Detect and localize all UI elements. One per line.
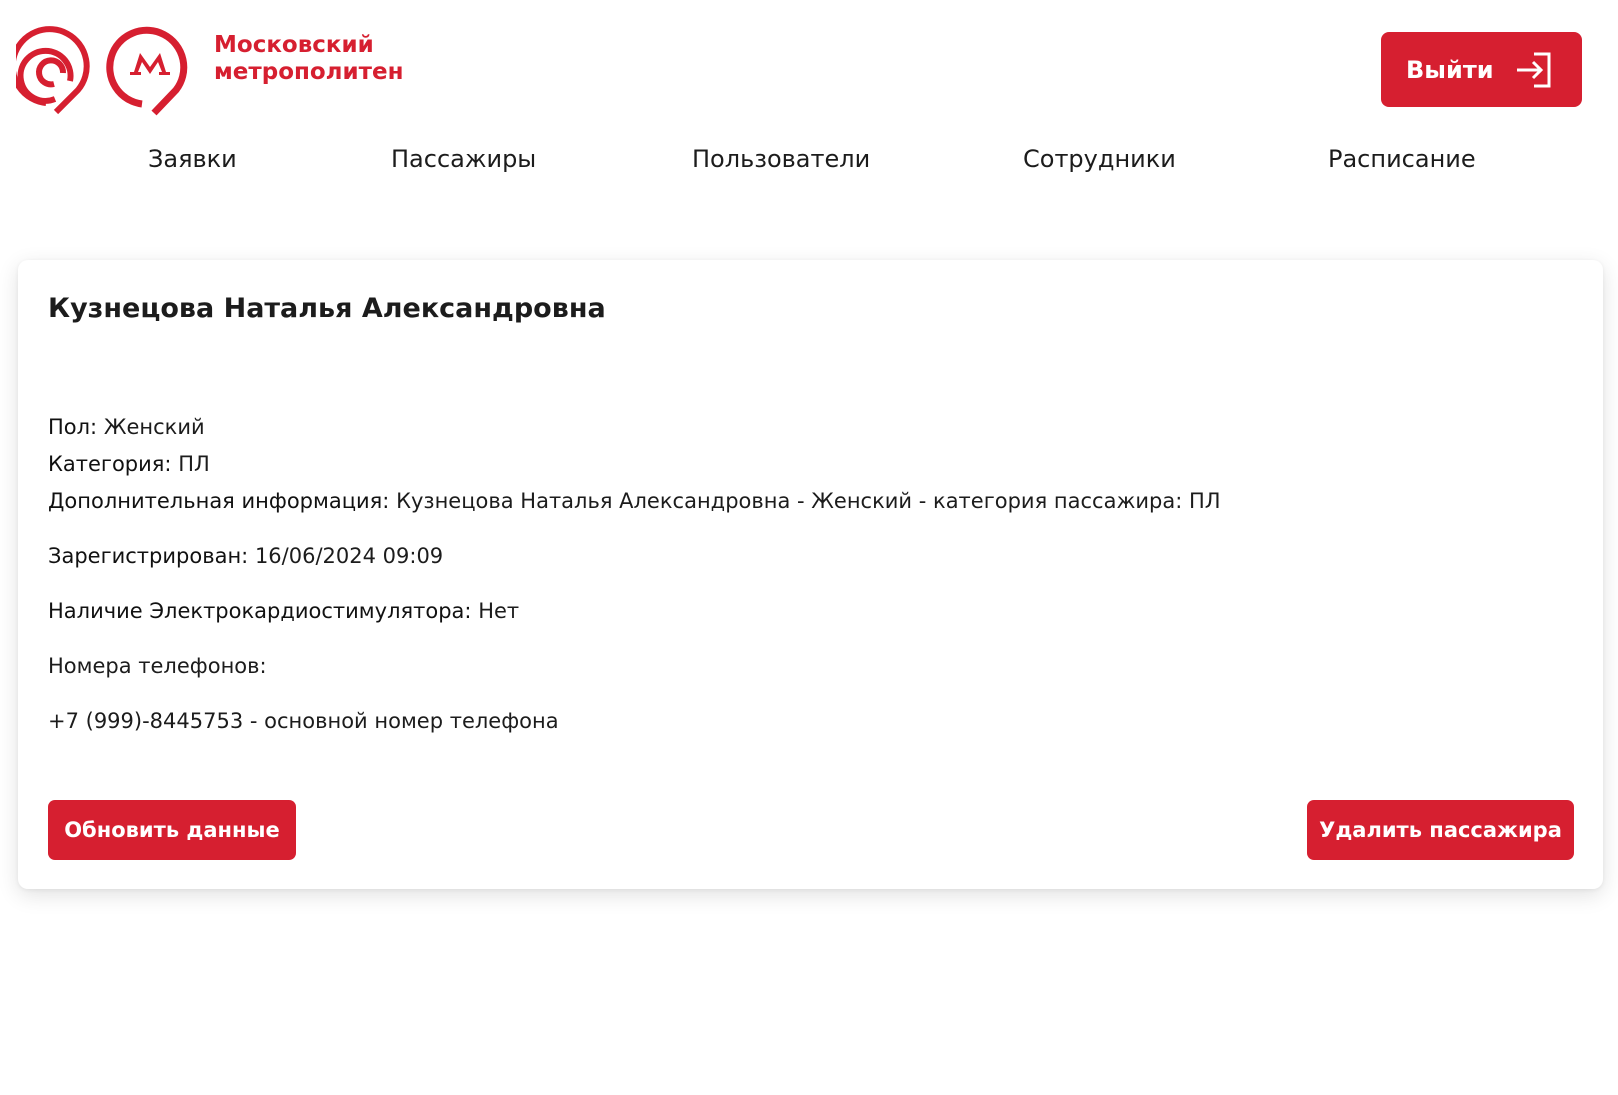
- pacemaker-row: Наличие Электрокардиостимулятора: Нет: [48, 599, 519, 623]
- extra-info-row: Дополнительная информация: Кузнецова Нат…: [48, 489, 1221, 513]
- passenger-card: Кузнецова Наталья Александровна Пол: Жен…: [18, 260, 1603, 889]
- logout-label: Выйти: [1406, 55, 1494, 84]
- logout-button[interactable]: Выйти: [1381, 32, 1582, 107]
- delete-passenger-button[interactable]: Удалить пассажира: [1307, 800, 1574, 860]
- phones-label: Номера телефонов:: [48, 654, 267, 678]
- main-nav: Заявки Пассажиры Пользователи Сотрудники…: [0, 145, 1618, 185]
- extra-info-label: Дополнительная информация:: [48, 489, 390, 513]
- logout-arrow-icon: [1514, 50, 1554, 96]
- brand-line-2: метрополитен: [214, 59, 404, 85]
- extra-info-value: Кузнецова Наталья Александровна - Женски…: [396, 489, 1221, 513]
- nav-item-passengers[interactable]: Пассажиры: [391, 145, 536, 173]
- nav-item-requests[interactable]: Заявки: [148, 145, 237, 173]
- category-row: Категория: ПЛ: [48, 452, 210, 476]
- category-value: ПЛ: [178, 452, 210, 476]
- gender-value: Женский: [103, 415, 205, 439]
- metro-logo[interactable]: Московский метрополитен: [16, 20, 403, 120]
- passenger-name: Кузнецова Наталья Александровна: [48, 293, 606, 324]
- nav-item-schedule[interactable]: Расписание: [1328, 145, 1476, 173]
- category-label: Категория:: [48, 452, 172, 476]
- update-data-button[interactable]: Обновить данные: [48, 800, 296, 860]
- pacemaker-value: Нет: [478, 599, 520, 623]
- nav-item-users[interactable]: Пользователи: [692, 145, 870, 173]
- registered-row: Зарегистрирован: 16/06/2024 09:09: [48, 544, 443, 568]
- gender-label: Пол:: [48, 415, 98, 439]
- brand-name: Московский метрополитен: [214, 32, 403, 86]
- nav-item-employees[interactable]: Сотрудники: [1023, 145, 1176, 173]
- metro-logo-icon: [16, 26, 188, 116]
- phone-item: +7 (999)-8445753 - основной номер телефо…: [48, 709, 559, 733]
- gender-row: Пол: Женский: [48, 415, 205, 439]
- brand-line-1: Московский: [214, 32, 374, 58]
- header: Московский метрополитен Выйти: [0, 0, 1618, 130]
- registered-label: Зарегистрирован:: [48, 544, 249, 568]
- pacemaker-label: Наличие Электрокардиостимулятора:: [48, 599, 472, 623]
- registered-value: 16/06/2024 09:09: [254, 544, 444, 568]
